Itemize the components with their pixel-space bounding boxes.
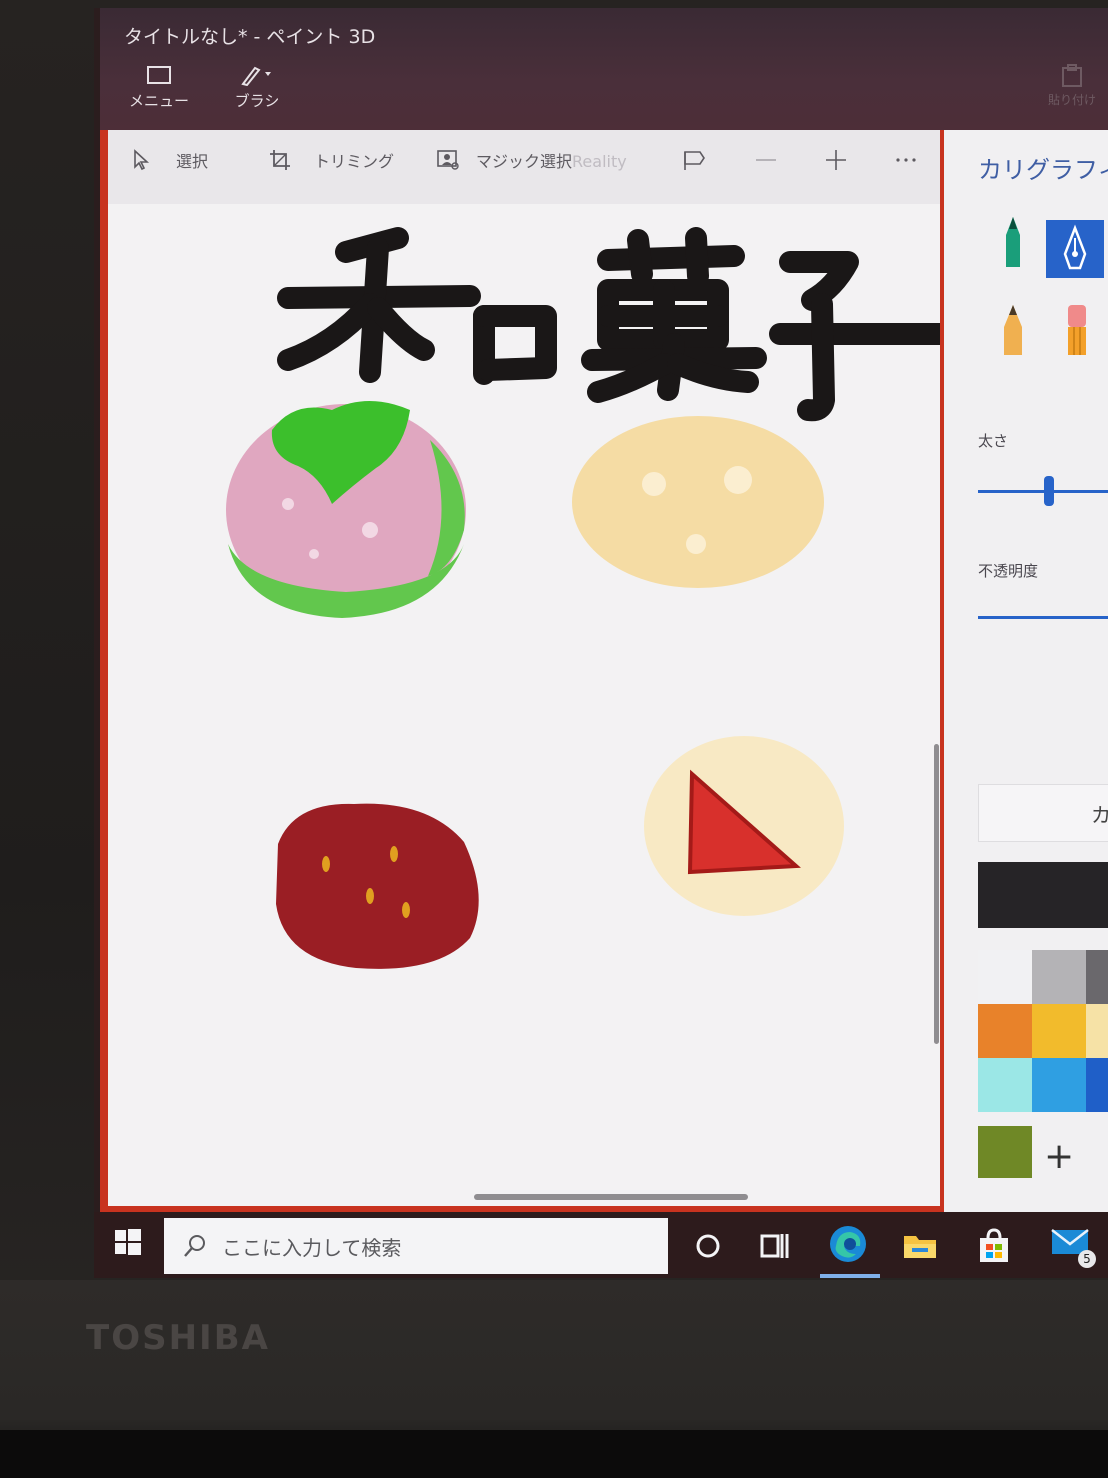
brush-side-panel: カリグラフィ ペ bbox=[944, 130, 1108, 1212]
calligraphy-pen-icon bbox=[1063, 224, 1087, 270]
red-wagashi-drawing bbox=[276, 803, 479, 969]
color-swatch-white[interactable] bbox=[978, 950, 1032, 1004]
flag-button[interactable] bbox=[682, 148, 706, 172]
plus-icon bbox=[826, 150, 846, 170]
store-icon[interactable] bbox=[974, 1226, 1014, 1266]
task-view-icon[interactable] bbox=[754, 1226, 794, 1266]
color-swatch-orange[interactable] bbox=[978, 1004, 1032, 1058]
search-icon bbox=[184, 1235, 205, 1257]
marker-icon bbox=[1006, 217, 1020, 267]
thickness-slider-track[interactable] bbox=[978, 490, 1108, 493]
zoom-in-button[interactable] bbox=[824, 148, 848, 172]
current-color-preview bbox=[978, 862, 1108, 928]
marker-brush[interactable] bbox=[984, 214, 1042, 272]
eraser-brush[interactable] bbox=[1048, 300, 1106, 358]
window-title: タイトルなし* - ペイント 3D bbox=[124, 26, 376, 48]
brush-label: ブラシ bbox=[234, 92, 280, 110]
menu-button[interactable]: メニュー bbox=[124, 64, 194, 111]
panel-title: カリグラフィ ペ bbox=[978, 156, 1108, 184]
screen: タイトルなし* - ペイント 3D メニュー ブラシ 貼り付け 選択 トリミング… bbox=[94, 8, 1108, 1278]
thickness-label: 太さ bbox=[978, 432, 1009, 450]
color-swatch-sky[interactable] bbox=[1032, 1058, 1086, 1112]
file-explorer-icon[interactable] bbox=[900, 1226, 940, 1266]
calligraphy-pen-brush[interactable] bbox=[1046, 220, 1104, 278]
mail-badge: 5 bbox=[1078, 1250, 1096, 1268]
crop-label: トリミング bbox=[314, 152, 395, 171]
yellow-wagashi-drawing bbox=[572, 416, 824, 588]
pink-wagashi-drawing bbox=[226, 401, 466, 618]
search-placeholder: ここに入力して検索 bbox=[222, 1235, 402, 1260]
menu-label: メニュー bbox=[128, 92, 189, 110]
edge-browser-icon[interactable] bbox=[826, 1222, 870, 1266]
taskbar: ここに入力して検索 5 bbox=[94, 1212, 1108, 1278]
brush-button[interactable]: ブラシ bbox=[222, 64, 292, 111]
thickness-slider-thumb[interactable] bbox=[1044, 476, 1054, 506]
edge-active-indicator bbox=[820, 1274, 880, 1278]
more-dots-icon bbox=[896, 158, 916, 162]
taskbar-search-box[interactable]: ここに入力して検索 bbox=[164, 1218, 668, 1274]
vertical-scrollbar[interactable] bbox=[934, 744, 939, 1044]
add-color-button[interactable]: + bbox=[1044, 1136, 1074, 1177]
flag-icon bbox=[684, 151, 705, 170]
color-swatch-cream[interactable] bbox=[1086, 1004, 1108, 1058]
eraser-icon bbox=[1068, 305, 1086, 355]
zoom-out-button[interactable] bbox=[754, 148, 778, 172]
cortana-icon[interactable] bbox=[688, 1226, 728, 1266]
magic-select-suffix: Reality bbox=[572, 152, 627, 171]
magic-select-icon bbox=[437, 150, 459, 170]
minus-icon bbox=[756, 159, 776, 161]
color-swatch-blue[interactable] bbox=[1086, 1058, 1108, 1112]
clipboard-icon bbox=[1061, 64, 1082, 87]
custom-color-button[interactable]: カ bbox=[978, 784, 1108, 842]
color-swatch-yellow[interactable] bbox=[1032, 1004, 1086, 1058]
magic-select-tool[interactable]: マジック選択Reality bbox=[436, 148, 627, 172]
folder-icon bbox=[147, 66, 171, 84]
cursor-arrow-icon bbox=[134, 149, 150, 171]
crop-tool[interactable]: トリミング bbox=[268, 148, 394, 172]
opacity-slider-track[interactable] bbox=[978, 616, 1108, 619]
horizontal-scrollbar[interactable] bbox=[474, 1194, 748, 1200]
wagashi-title-artwork bbox=[277, 227, 951, 422]
color-swatch-aqua[interactable] bbox=[978, 1058, 1032, 1112]
custom-color-label: カ bbox=[1091, 803, 1108, 827]
mail-button[interactable]: 5 bbox=[1050, 1224, 1096, 1268]
paint3d-window: タイトルなし* - ペイント 3D メニュー ブラシ 貼り付け 選択 トリミング… bbox=[100, 8, 1108, 1212]
select-label: 選択 bbox=[176, 152, 209, 171]
pencil-icon bbox=[1004, 305, 1022, 355]
more-options-button[interactable] bbox=[894, 148, 918, 172]
color-swatch-gray[interactable] bbox=[1086, 950, 1108, 1004]
paste-button[interactable]: 貼り付け bbox=[1048, 64, 1096, 108]
title-bar: タイトルなし* - ペイント 3D メニュー ブラシ 貼り付け bbox=[100, 8, 1108, 130]
canvas-toolbar: 選択 トリミング マジック選択Reality bbox=[108, 130, 940, 204]
paste-label: 貼り付け bbox=[1047, 93, 1096, 107]
select-tool[interactable]: 選択 bbox=[130, 148, 208, 172]
crop-icon bbox=[270, 150, 290, 170]
custom-color-swatch[interactable] bbox=[978, 1126, 1032, 1178]
windows-start-icon[interactable] bbox=[114, 1228, 142, 1256]
pencil-brush[interactable] bbox=[984, 300, 1042, 358]
strawberry-daifuku-drawing bbox=[644, 736, 844, 916]
color-swatch-lightgray[interactable] bbox=[1032, 950, 1086, 1004]
drawing-canvas[interactable] bbox=[108, 204, 951, 1206]
monitor-brand-logo: TOSHIBA bbox=[86, 1318, 270, 1358]
brush-icon bbox=[241, 66, 271, 86]
canvas-drawing bbox=[226, 227, 951, 969]
magic-select-label: マジック選択 bbox=[476, 152, 573, 171]
opacity-label: 不透明度 bbox=[978, 562, 1039, 580]
monitor-bezel-edge bbox=[0, 1430, 1108, 1478]
